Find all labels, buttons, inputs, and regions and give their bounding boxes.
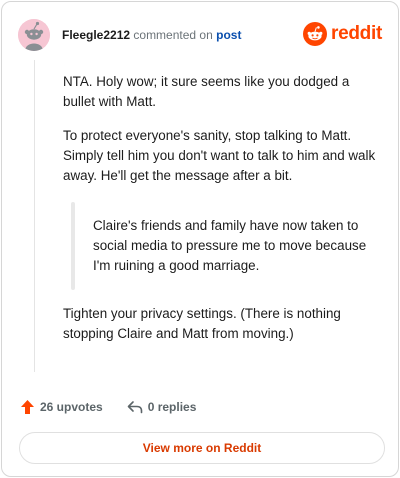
snoo-avatar-icon	[18, 19, 50, 51]
comment-header: Fleegle2212 commented on post reddit	[18, 19, 382, 51]
embedded-comment-card: Fleegle2212 commented on post reddit NTA…	[1, 1, 399, 477]
upvote-arrow-icon	[21, 400, 34, 414]
post-link[interactable]: post	[216, 28, 241, 42]
action-text: commented on	[133, 28, 213, 42]
comment-paragraph: NTA. Holy wow; it sure seems like you do…	[63, 74, 350, 109]
comment-paragraph: Tighten your privacy settings. (There is…	[63, 306, 341, 341]
thread-line	[34, 60, 35, 372]
blockquote: Claire's friends and family have now tak…	[71, 202, 383, 290]
comment-footer: 26 upvotes 0 replies	[20, 397, 196, 417]
reddit-logo[interactable]: reddit	[303, 21, 382, 47]
author-name[interactable]: Fleegle2212	[62, 28, 130, 42]
upvotes-label: 26 upvotes	[40, 400, 103, 414]
comment-meta: Fleegle2212 commented on post	[62, 27, 241, 43]
comment-body: NTA. Holy wow; it sure seems like you do…	[63, 72, 383, 358]
reply-arrow-icon	[127, 401, 143, 414]
reddit-logo-icon	[303, 22, 328, 46]
quote-text: Claire's friends and family have now tak…	[93, 218, 367, 273]
view-more-button[interactable]: View more on Reddit	[19, 432, 385, 464]
reply-count[interactable]: 0 replies	[127, 400, 197, 414]
upvote-count[interactable]: 26 upvotes	[20, 399, 103, 415]
replies-label: 0 replies	[147, 400, 197, 414]
user-avatar[interactable]	[18, 19, 50, 51]
reddit-wordmark: reddit	[331, 23, 382, 44]
comment-paragraph: To protect everyone's sanity, stop talki…	[63, 128, 376, 183]
